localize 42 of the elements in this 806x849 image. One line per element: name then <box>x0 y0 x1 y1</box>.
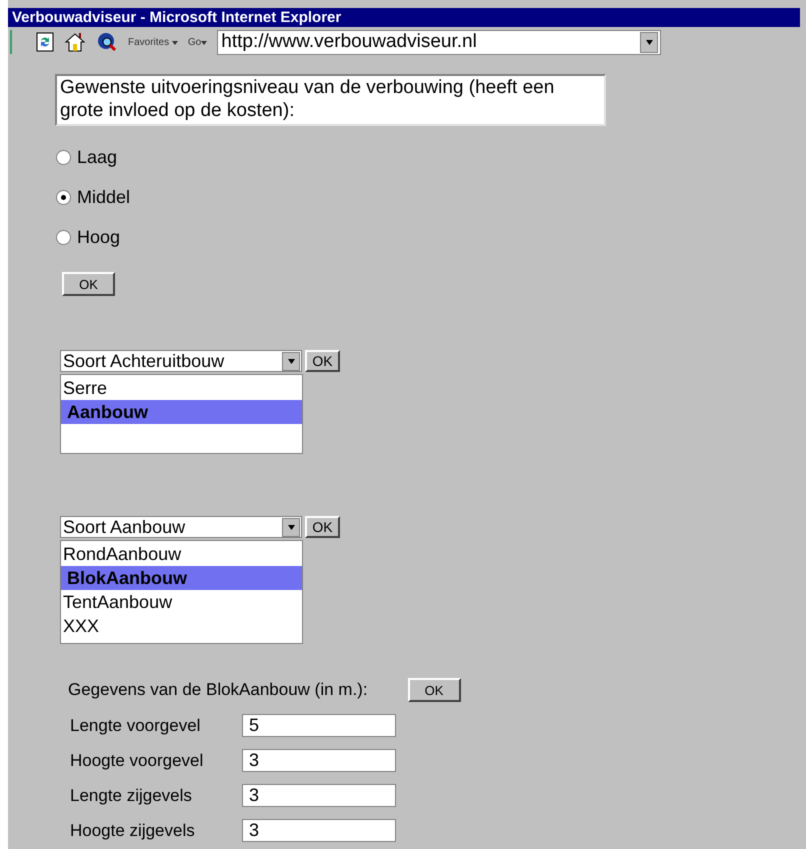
caret-icon <box>172 40 178 44</box>
home-icon[interactable] <box>64 32 86 52</box>
dropdown[interactable]: Soort Achteruitbouw <box>60 350 302 372</box>
section-title: Gegevens van de BlokAanbouw (in m.): <box>68 680 368 700</box>
dropdown[interactable]: Soort Aanbouw <box>60 516 302 538</box>
ok-button[interactable]: OK <box>305 516 340 538</box>
refresh-icon[interactable] <box>36 32 54 52</box>
field-label: Lengte voorgevel <box>69 716 202 736</box>
dropdown-icon[interactable] <box>640 32 658 52</box>
list-box[interactable]: Serre Aanbouw <box>60 374 303 454</box>
radio-button[interactable] <box>56 190 71 204</box>
favorites-menu[interactable]: Favorites <box>128 36 178 48</box>
input-field[interactable]: 3 <box>242 784 396 807</box>
search-icon[interactable] <box>96 31 118 53</box>
radio-label: Hoog <box>77 226 120 248</box>
radio-button[interactable] <box>56 150 71 164</box>
field-label: Lengte zijgevels <box>69 786 193 806</box>
radio-label: Middel <box>77 186 130 208</box>
field-label: Hoogte zijgevels <box>69 820 196 840</box>
list-option[interactable]: BlokAanbouw <box>61 566 302 590</box>
field-label: Hoogte voorgevel <box>69 750 204 770</box>
list-box[interactable]: RondAanbouw BlokAanbouw TentAanbouw XXX <box>60 540 303 644</box>
radio-button[interactable] <box>56 230 71 244</box>
list-option[interactable]: XXX <box>61 614 302 638</box>
address-field[interactable]: http://www.verbouwadviseur.nl <box>217 30 662 54</box>
question-text: Gewenste uitvoeringsniveau van de verbouwing (heeft een grote invloed op de kosten): <box>55 74 606 126</box>
dropdown-icon[interactable] <box>282 352 300 370</box>
list-option[interactable]: RondAanbouw <box>61 542 302 566</box>
input-field[interactable]: 5 <box>242 714 396 737</box>
ok-button[interactable]: OK <box>305 350 340 372</box>
list-option[interactable]: TentAanbouw <box>61 590 302 614</box>
radio-label: Laag <box>77 146 118 168</box>
go-menu[interactable]: Go <box>188 36 208 48</box>
input-field[interactable]: 3 <box>242 819 396 842</box>
dropdown-icon[interactable] <box>282 518 300 536</box>
list-option[interactable]: Serre <box>61 376 302 400</box>
list-option[interactable]: Aanbouw <box>61 400 302 424</box>
caret-icon <box>201 40 208 44</box>
window-title: Verbouwadviseur - Microsoft Internet Explorer <box>8 8 800 27</box>
input-field[interactable]: 3 <box>242 749 396 772</box>
ok-button[interactable]: OK <box>408 678 461 702</box>
ok-button[interactable]: OK <box>62 272 115 296</box>
